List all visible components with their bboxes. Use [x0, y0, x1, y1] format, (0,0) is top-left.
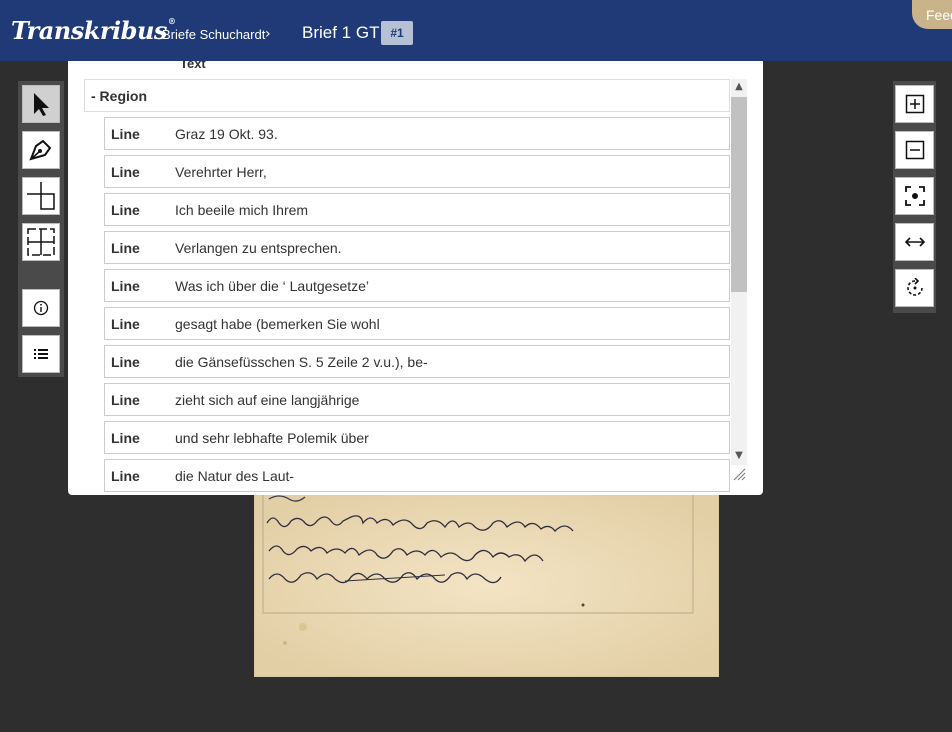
zoom-out-icon [905, 140, 924, 160]
pen-tool-button[interactable] [22, 131, 60, 169]
line-text[interactable]: und sehr lebhafte Polemik über [175, 430, 729, 446]
line-row[interactable]: Line und sehr lebhafte Polemik über [104, 421, 730, 454]
line-text[interactable]: die Gänsefüsschen S. 5 Zeile 2 v.u.), be… [175, 354, 729, 370]
line-type-label: Line [111, 201, 140, 218]
line-row[interactable]: Line Was ich über die ‘ Lautgesetze’ [104, 269, 730, 302]
line-type-label: Line [111, 391, 140, 408]
split-region-tool-button[interactable] [22, 223, 60, 261]
line-row[interactable]: Line Verehrter Herr, [104, 155, 730, 188]
line-row[interactable]: Line Verlangen zu entsprechen. [104, 231, 730, 264]
line-text[interactable]: Graz 19 Okt. 93. [175, 126, 729, 142]
line-row[interactable]: Line Graz 19 Okt. 93. [104, 117, 730, 150]
resize-grip-icon[interactable] [732, 467, 746, 481]
fit-screen-button[interactable] [895, 177, 934, 215]
region-row[interactable]: - Region [84, 79, 730, 112]
line-text[interactable]: gesagt habe (bemerken Sie wohl [175, 316, 729, 332]
right-toolbar [893, 81, 936, 313]
zoom-in-icon [905, 94, 924, 114]
handwriting-scan [255, 493, 718, 676]
line-type-label: Line [111, 163, 140, 180]
scroll-down-arrow-icon[interactable]: ▼ [731, 448, 747, 464]
line-row[interactable]: Line die Gänsefüsschen S. 5 Zeile 2 v.u.)… [104, 345, 730, 378]
line-row[interactable]: Line die Natur des Laut- [104, 459, 730, 492]
chevron-right-icon: › [265, 26, 271, 42]
info-button[interactable] [22, 289, 60, 327]
line-text[interactable]: Verlangen zu entsprechen. [175, 240, 729, 256]
app-header: Transkribus® Briefe Schuchardt › Brief 1… [0, 0, 952, 61]
breadcrumb-collection[interactable]: Briefe Schuchardt [162, 27, 265, 42]
feedback-button[interactable]: Feedback [912, 0, 952, 29]
transkribus-logo[interactable]: Transkribus® [11, 16, 176, 45]
fit-width-button[interactable] [895, 223, 934, 261]
list-icon [34, 349, 48, 359]
structure-list-button[interactable] [22, 335, 60, 373]
line-row[interactable]: Line zieht sich auf eine langjährige [104, 383, 730, 416]
transcription-panel: Text - Region Line Graz 19 Okt. 93. Line V… [68, 61, 763, 495]
fit-width-icon [904, 237, 925, 247]
pointer-tool-button[interactable] [22, 85, 60, 123]
line-type-label: Line [111, 125, 140, 142]
page-number-badge: #1 [381, 21, 413, 45]
scroll-up-arrow-icon[interactable]: ▲ [731, 79, 747, 95]
line-text[interactable]: die Natur des Laut- [175, 468, 729, 484]
rotate-icon [906, 278, 923, 296]
zoom-in-button[interactable] [895, 85, 934, 123]
line-type-label: Line [111, 239, 140, 256]
line-type-label: Line [111, 467, 140, 484]
split-line-icon [27, 182, 55, 210]
rotate-button[interactable] [895, 269, 934, 307]
line-type-label: Line [111, 353, 140, 370]
pointer-icon [34, 93, 49, 116]
pen-icon [29, 139, 52, 161]
fit-screen-icon [904, 186, 925, 206]
line-type-label: Line [111, 277, 140, 294]
info-icon [33, 300, 49, 316]
split-region-icon [27, 228, 55, 256]
line-row[interactable]: Line gesagt habe (bemerken Sie wohl [104, 307, 730, 340]
line-text[interactable]: Ich beeile mich Ihrem [175, 202, 729, 218]
line-text[interactable]: Verehrter Herr, [175, 164, 729, 180]
zoom-out-button[interactable] [895, 131, 934, 169]
breadcrumb-document[interactable]: Brief 1 GT [302, 23, 379, 43]
line-text[interactable]: zieht sich auf eine langjährige [175, 392, 729, 408]
line-type-label: Line [111, 315, 140, 332]
line-type-label: Line [111, 429, 140, 446]
line-text[interactable]: Was ich über die ‘ Lautgesetze’ [175, 278, 729, 294]
left-toolbar [18, 81, 64, 377]
panel-column-header: Text [180, 61, 206, 71]
split-line-tool-button[interactable] [22, 177, 60, 215]
document-page-image[interactable] [254, 492, 719, 677]
line-row[interactable]: Line Ich beeile mich Ihrem [104, 193, 730, 226]
panel-scrollbar-thumb[interactable] [731, 97, 747, 292]
